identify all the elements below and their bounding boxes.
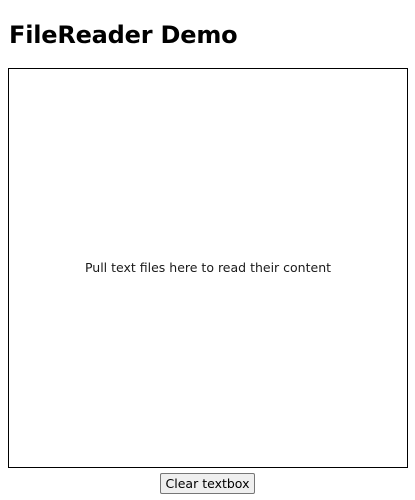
drop-zone-prompt: Pull text files here to read their conte…	[84, 260, 332, 275]
page-title: FileReader Demo	[9, 21, 238, 49]
clear-textbox-button[interactable]: Clear textbox	[160, 473, 255, 494]
file-drop-zone[interactable]: Pull text files here to read their conte…	[8, 68, 408, 468]
